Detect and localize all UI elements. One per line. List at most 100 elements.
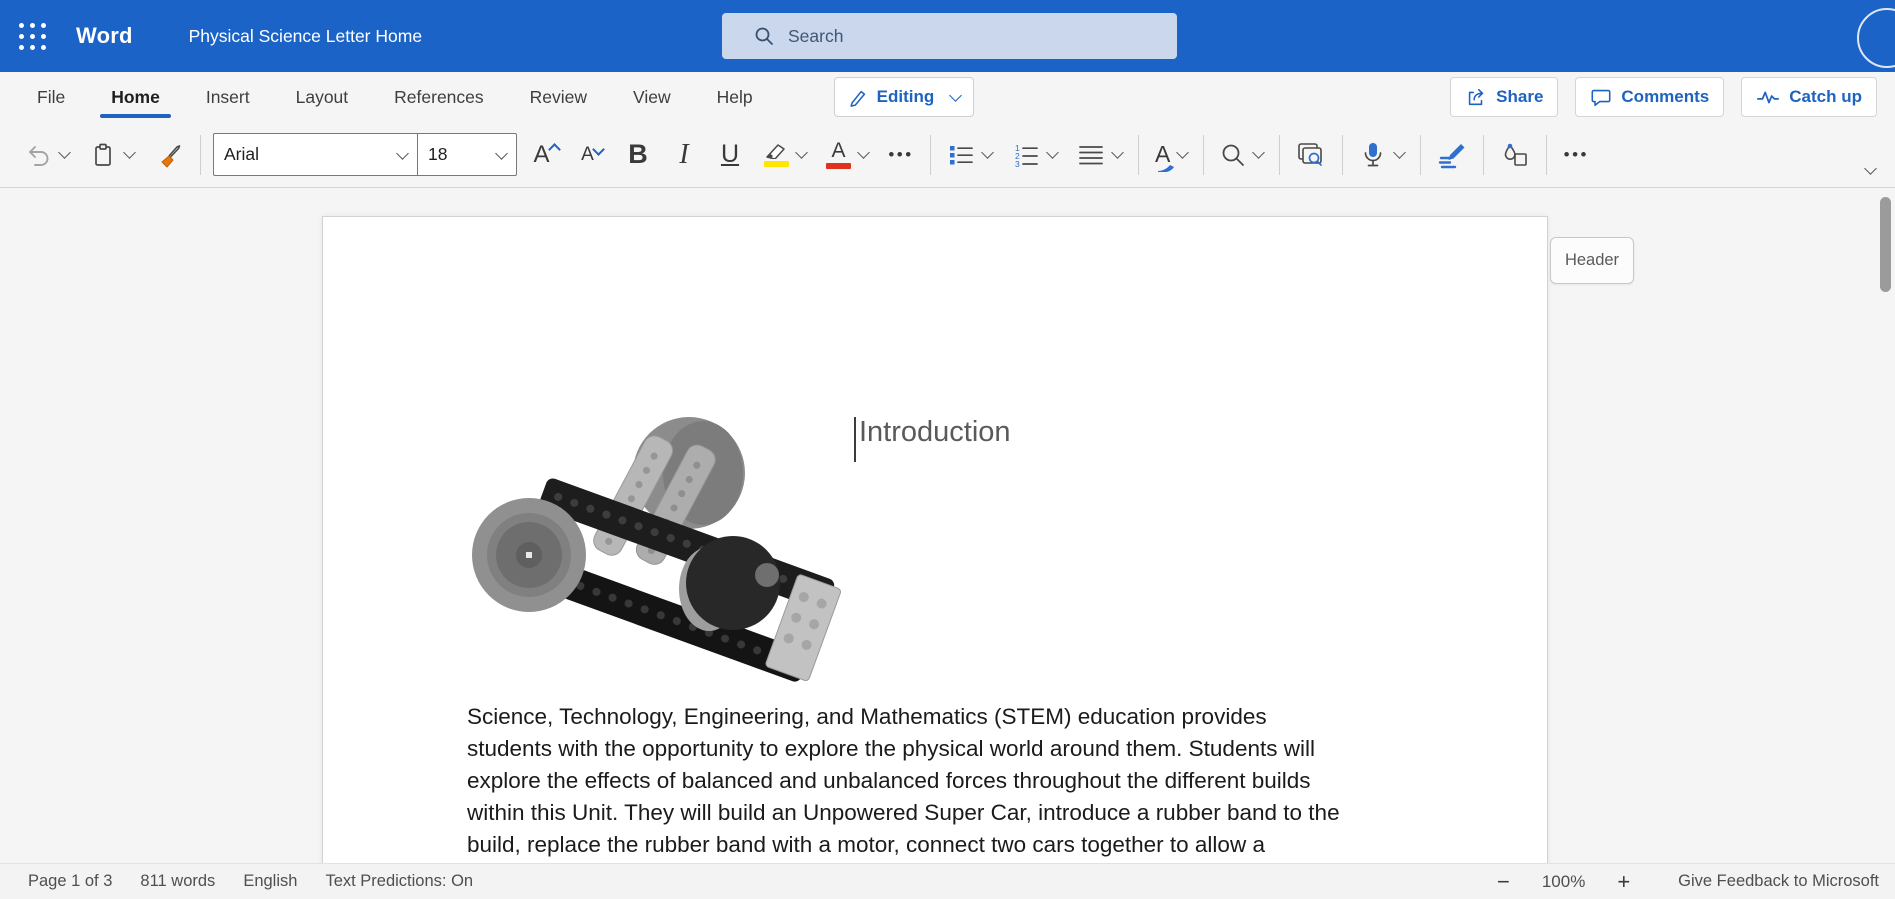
- font-color-button[interactable]: A: [822, 132, 872, 178]
- document-title[interactable]: Physical Science Letter Home: [189, 26, 422, 47]
- document-image-robot-car[interactable]: [471, 407, 849, 691]
- pages-magnifier-icon: [1296, 141, 1326, 169]
- chevron-down-icon: [1046, 146, 1059, 159]
- chevron-down-icon: [58, 146, 71, 159]
- chevron-down-icon: [123, 146, 136, 159]
- header-button[interactable]: Header: [1550, 237, 1634, 284]
- word-web-app: Word Physical Science Letter Home File H…: [0, 0, 1895, 899]
- activity-pulse-icon: [1756, 86, 1780, 108]
- active-tab-underline: [100, 114, 171, 118]
- numbering-button[interactable]: 1 2 3: [1008, 132, 1061, 178]
- divider: [1279, 135, 1280, 175]
- shrink-font-button[interactable]: A: [575, 132, 609, 178]
- document-canvas[interactable]: Introduction: [0, 189, 1895, 864]
- catch-up-button[interactable]: Catch up: [1741, 77, 1877, 117]
- comments-button[interactable]: Comments: [1575, 77, 1724, 117]
- highlighter-icon: [763, 142, 789, 159]
- chevron-down-icon: [857, 146, 870, 159]
- font-size-combobox[interactable]: 18: [417, 134, 516, 175]
- divider: [1546, 135, 1547, 175]
- styles-button[interactable]: A: [1151, 132, 1191, 178]
- editor-pen-icon: [1437, 141, 1467, 169]
- chevron-down-icon: [1176, 146, 1189, 159]
- divider: [1138, 135, 1139, 175]
- feedback-link[interactable]: Give Feedback to Microsoft: [1678, 872, 1879, 891]
- word-count[interactable]: 811 words: [140, 872, 215, 891]
- chevron-down-icon: [795, 146, 808, 159]
- font-name-combobox[interactable]: Arial: [214, 134, 417, 175]
- font-controls: Arial 18: [213, 133, 517, 176]
- editor-button[interactable]: [1433, 132, 1471, 178]
- font-color-swatch: [826, 163, 851, 169]
- undo-icon: [24, 141, 52, 169]
- avatar[interactable]: [1857, 8, 1895, 68]
- document-paragraph[interactable]: Science, Technology, Engineering, and Ma…: [467, 701, 1447, 861]
- ellipsis-icon: •••: [888, 145, 913, 165]
- ribbon-collapse-button[interactable]: [1855, 155, 1885, 181]
- titlebar: Word Physical Science Letter Home: [0, 0, 1895, 72]
- italic-button[interactable]: I: [667, 132, 701, 178]
- paragraph-line[interactable]: Science, Technology, Engineering, and Ma…: [467, 701, 1447, 733]
- bullet-list-icon: [947, 142, 975, 168]
- app-name: Word: [76, 23, 133, 49]
- bullets-button[interactable]: [943, 132, 996, 178]
- more-font-options-button[interactable]: •••: [884, 132, 918, 178]
- undo-button[interactable]: [20, 132, 73, 178]
- designer-icon: [1500, 141, 1530, 169]
- page-preview-button[interactable]: [1292, 132, 1330, 178]
- document-page[interactable]: Introduction: [322, 216, 1548, 864]
- numbered-list-icon: 1 2 3: [1012, 142, 1040, 168]
- editing-mode-button[interactable]: Editing: [834, 77, 975, 117]
- page-count[interactable]: Page 1 of 3: [28, 872, 112, 891]
- menubar: File Home Insert Layout References Revie…: [0, 72, 1895, 122]
- search-input[interactable]: [786, 25, 1177, 48]
- designer-button[interactable]: [1496, 132, 1534, 178]
- ellipsis-icon: •••: [1564, 145, 1589, 165]
- chevron-down-icon: [949, 89, 962, 102]
- paragraph-line[interactable]: build, replace the rubber band with a mo…: [467, 829, 1447, 861]
- tab-insert[interactable]: Insert: [183, 72, 273, 122]
- divider: [1420, 135, 1421, 175]
- tab-layout[interactable]: Layout: [273, 72, 372, 122]
- tab-help[interactable]: Help: [694, 72, 776, 122]
- paragraph-line[interactable]: explore the effects of balanced and unba…: [467, 765, 1447, 797]
- search-icon: [754, 26, 774, 46]
- zoom-level[interactable]: 100%: [1542, 872, 1585, 892]
- chevron-down-icon: [1864, 162, 1877, 175]
- paragraph-line[interactable]: students with the opportunity to explore…: [467, 733, 1447, 765]
- grow-font-button[interactable]: A: [529, 132, 563, 178]
- search-box[interactable]: [722, 13, 1177, 59]
- format-painter-button[interactable]: [150, 132, 188, 178]
- zoom-in-button[interactable]: +: [1611, 870, 1636, 894]
- text-predictions-toggle[interactable]: Text Predictions: On: [325, 872, 473, 891]
- vertical-scrollbar-thumb[interactable]: [1880, 197, 1891, 292]
- find-button[interactable]: [1216, 132, 1267, 178]
- bold-button[interactable]: B: [621, 132, 655, 178]
- paragraph-line[interactable]: within this Unit. They will build an Unp…: [467, 797, 1447, 829]
- tab-review[interactable]: Review: [507, 72, 610, 122]
- styles-brush-icon: [1157, 160, 1177, 172]
- document-heading[interactable]: Introduction: [859, 416, 1011, 449]
- paste-button[interactable]: [85, 132, 138, 178]
- more-commands-button[interactable]: •••: [1559, 132, 1593, 178]
- highlight-button[interactable]: [759, 132, 810, 178]
- tab-references[interactable]: References: [371, 72, 507, 122]
- tab-file[interactable]: File: [14, 72, 88, 122]
- statusbar-left: Page 1 of 3 811 words English Text Predi…: [28, 872, 473, 891]
- chevron-down-icon: [1393, 146, 1406, 159]
- divider: [930, 135, 931, 175]
- underline-button[interactable]: U: [713, 132, 747, 178]
- share-button[interactable]: Share: [1450, 77, 1558, 117]
- chevron-down-icon: [396, 147, 409, 160]
- divider: [1203, 135, 1204, 175]
- app-launcher-button[interactable]: [16, 20, 48, 52]
- alignment-button[interactable]: [1073, 132, 1126, 178]
- dictate-button[interactable]: [1355, 132, 1408, 178]
- tab-view[interactable]: View: [610, 72, 694, 122]
- zoom-out-button[interactable]: −: [1491, 870, 1516, 894]
- ribbon-toolbar: Arial 18 A A B I U: [0, 122, 1895, 188]
- divider: [1342, 135, 1343, 175]
- tab-home[interactable]: Home: [88, 72, 183, 122]
- language-indicator[interactable]: English: [243, 872, 297, 891]
- statusbar: Page 1 of 3 811 words English Text Predi…: [0, 863, 1895, 899]
